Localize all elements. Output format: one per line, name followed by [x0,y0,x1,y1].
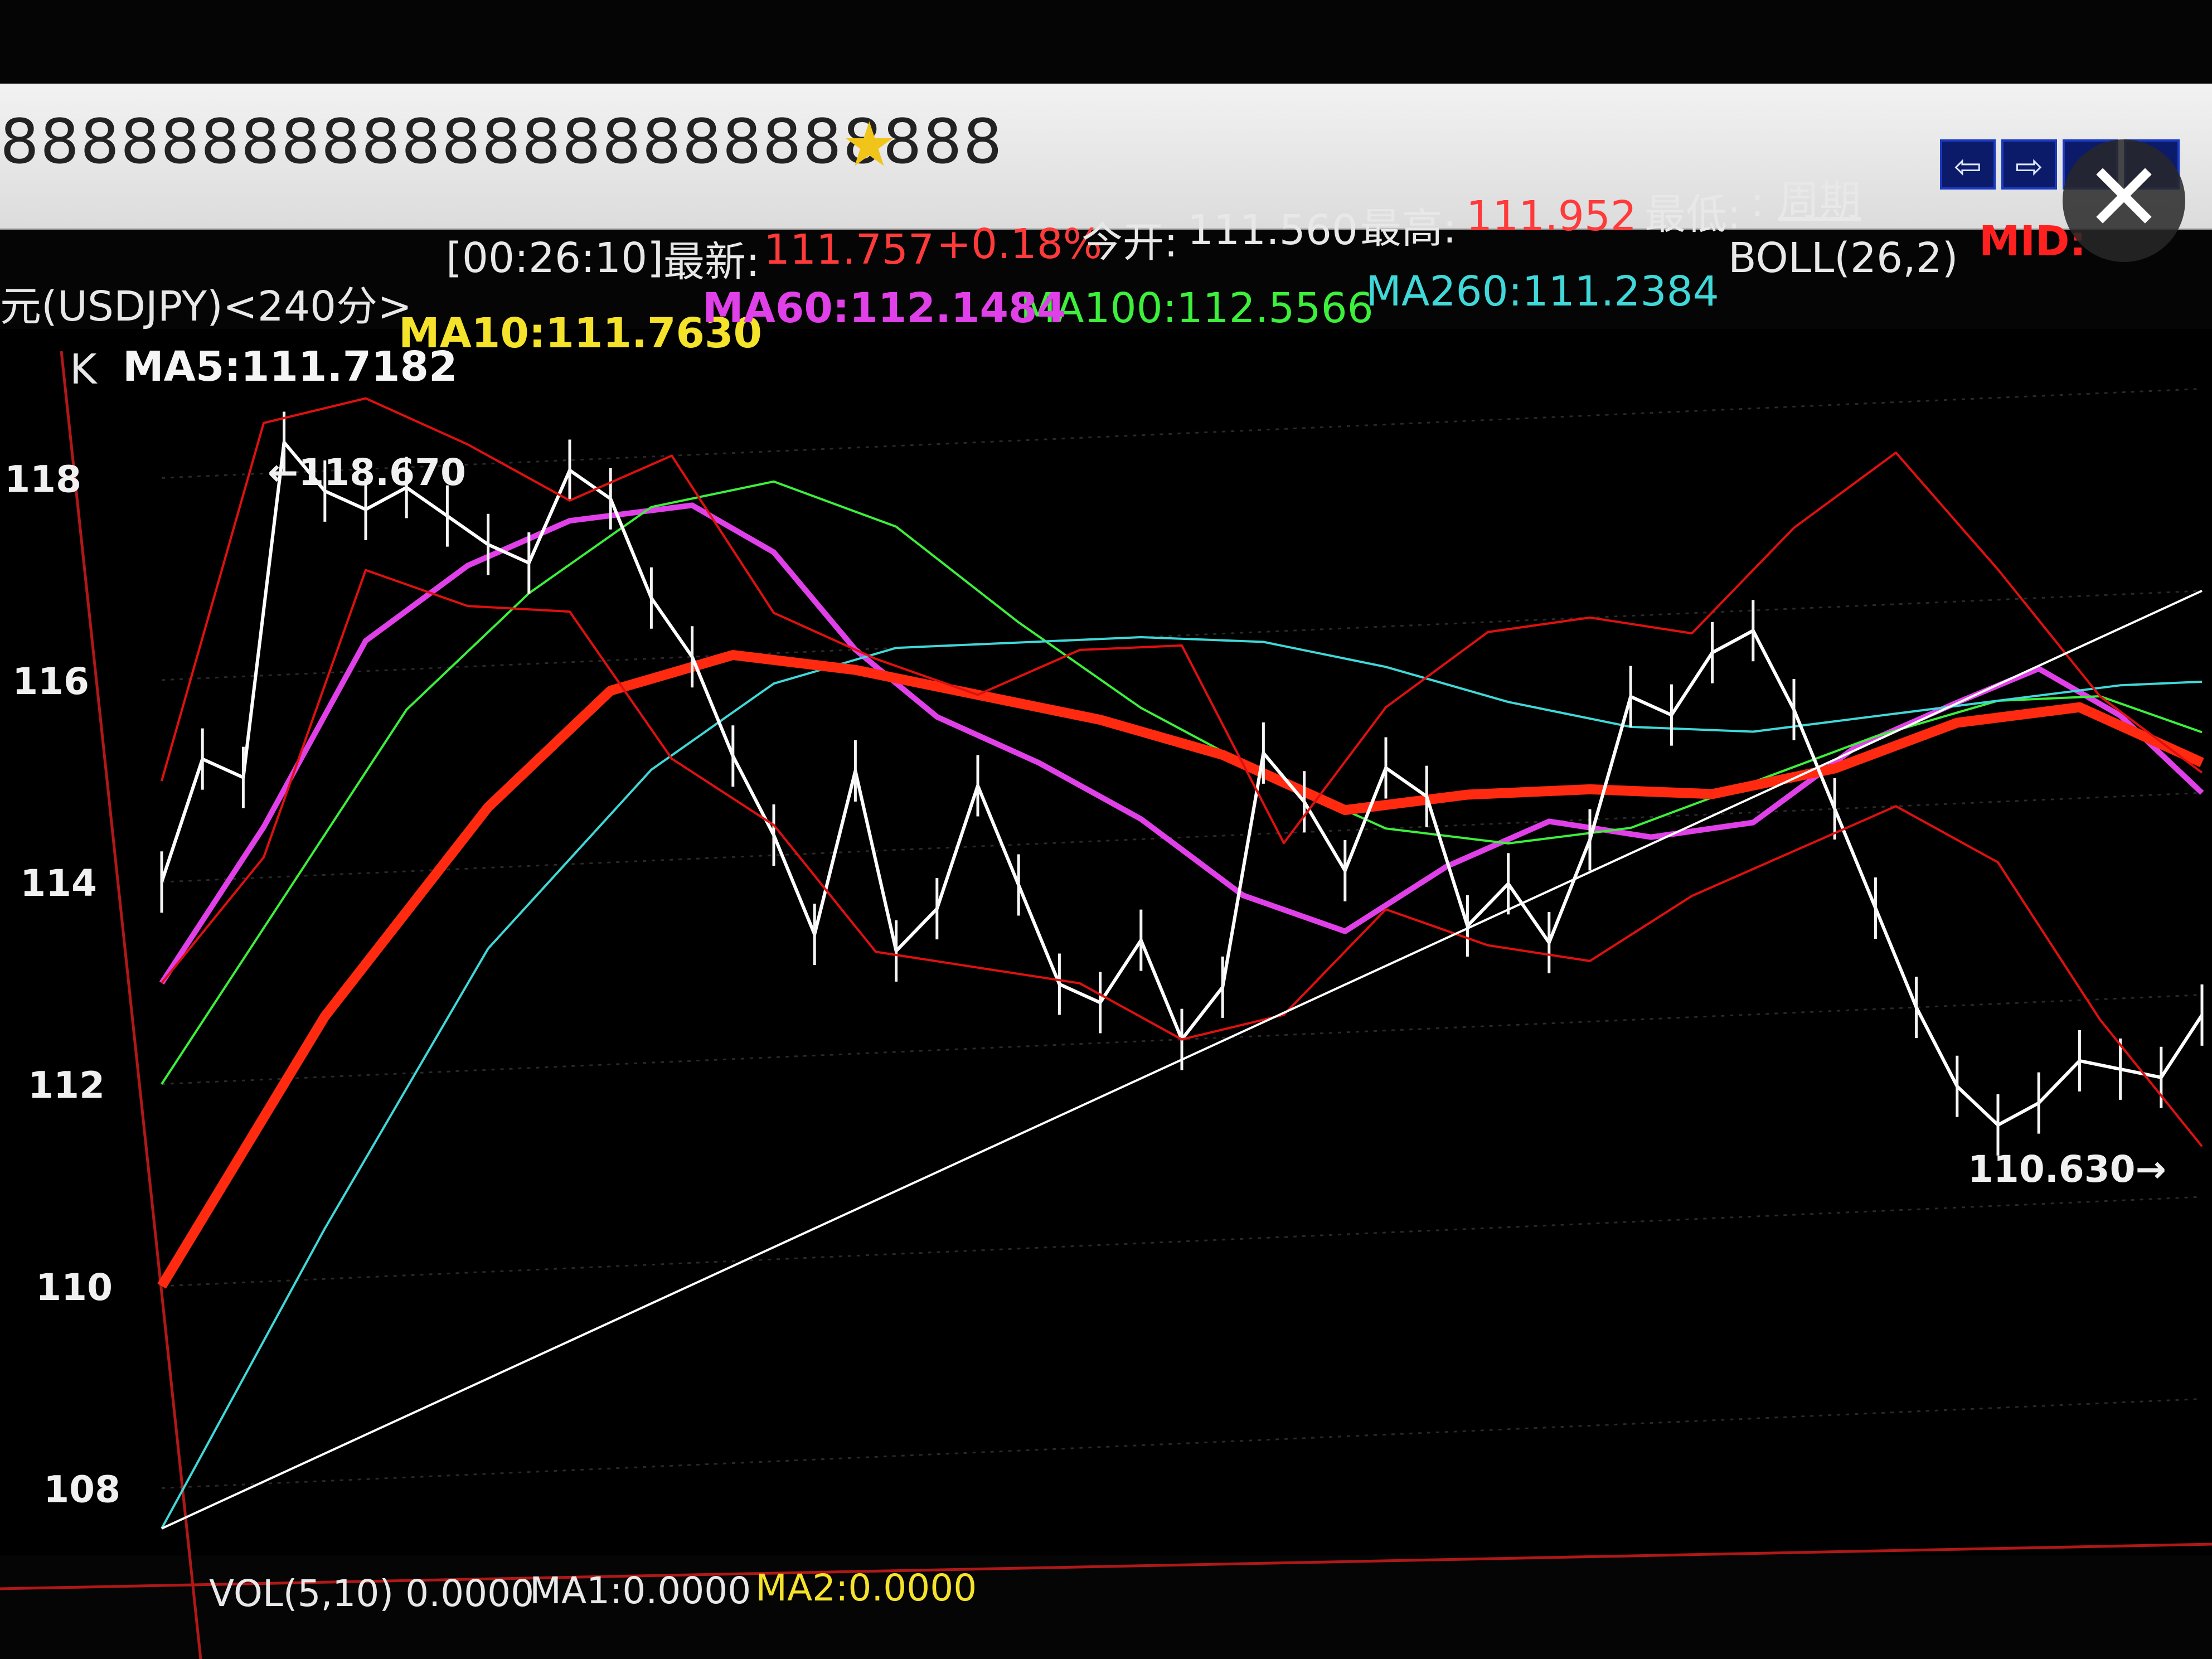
open-label: 今开: [1081,219,1178,266]
low-annotation: 110.630→ [1968,1148,2166,1191]
open-value: 111.560 [1187,206,1359,254]
y-tick-label: 110 [36,1266,113,1309]
high-label: 最高: [1360,205,1457,253]
low-label: 最低: [1645,191,1741,239]
latest-label: 最新: [663,238,760,286]
high-annotation: ←118.670 [268,451,466,494]
quote-time: [00:26:10] [446,234,664,282]
vol-ma2-label: MA2:0.0000 [755,1566,977,1609]
close-icon[interactable]: ✕ [2063,139,2185,262]
prev-button[interactable]: ⇦ [1940,139,1996,190]
ma60-label: MA60:112.1484 [702,284,1066,332]
boll-label: BOLL(26,2) [1728,234,1958,282]
change-percent: +0.18% [937,220,1103,268]
y-tick-label: 108 [43,1468,120,1511]
vol-label: VOL(5,10) 0.0000 [209,1572,535,1615]
symbol-label: 元(USDJPY)<240分> [0,283,413,331]
latest-value: 111.757 [764,226,935,274]
ma260-label: MA260:111.2384 [1366,268,1719,316]
next-button[interactable]: ⇨ [2001,139,2057,190]
y-tick-label: 114 [20,862,97,905]
y-tick-label: 118 [4,458,81,501]
y-tick-label: 116 [12,660,89,703]
low-value: : [1750,178,1764,226]
star-icon[interactable]: ★ [842,109,897,180]
period-link[interactable]: 周期 [1778,167,1861,227]
high-value: 111.952 [1466,192,1637,240]
ma100-label: MA100:112.5566 [1020,284,1374,332]
k-label: K [70,346,97,394]
vol-ma1-label: MA1:0.0000 [530,1569,751,1612]
chart-background [0,329,2212,1555]
y-tick-label: 112 [28,1064,105,1107]
